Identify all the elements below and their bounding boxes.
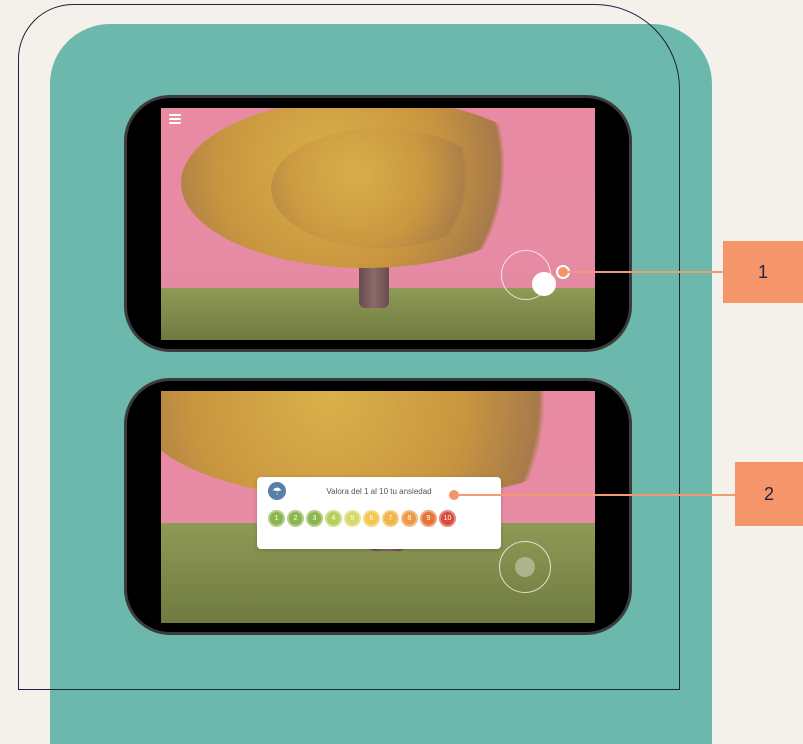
phone-top: [124, 95, 632, 352]
rating-option-4[interactable]: 4: [325, 510, 342, 527]
game-screen-bottom: ☂ Valora del 1 al 10 tu ansiedad 1 2 3 4…: [161, 391, 595, 623]
callout-1-line: [568, 271, 724, 273]
rating-option-1[interactable]: 1: [268, 510, 285, 527]
rating-option-2[interactable]: 2: [287, 510, 304, 527]
callout-2-badge: 2: [735, 462, 803, 526]
rating-option-5[interactable]: 5: [344, 510, 361, 527]
rating-option-6[interactable]: 6: [363, 510, 380, 527]
rating-option-10[interactable]: 10: [439, 510, 456, 527]
menu-icon[interactable]: [169, 114, 181, 124]
game-screen-top: [161, 108, 595, 340]
rating-scale: 1 2 3 4 5 6 7 8 9 10: [268, 510, 456, 527]
joystick-knob[interactable]: [532, 272, 556, 296]
rating-option-8[interactable]: 8: [401, 510, 418, 527]
rating-option-3[interactable]: 3: [306, 510, 323, 527]
callout-1-badge: 1: [723, 241, 803, 303]
anxiety-rating-dialog: ☂ Valora del 1 al 10 tu ansiedad 1 2 3 4…: [257, 477, 501, 549]
callout-2-line: [459, 494, 735, 496]
phone-bottom: ☂ Valora del 1 al 10 tu ansiedad 1 2 3 4…: [124, 378, 632, 635]
joystick-knob[interactable]: [515, 557, 535, 577]
rating-option-7[interactable]: 7: [382, 510, 399, 527]
rating-option-9[interactable]: 9: [420, 510, 437, 527]
